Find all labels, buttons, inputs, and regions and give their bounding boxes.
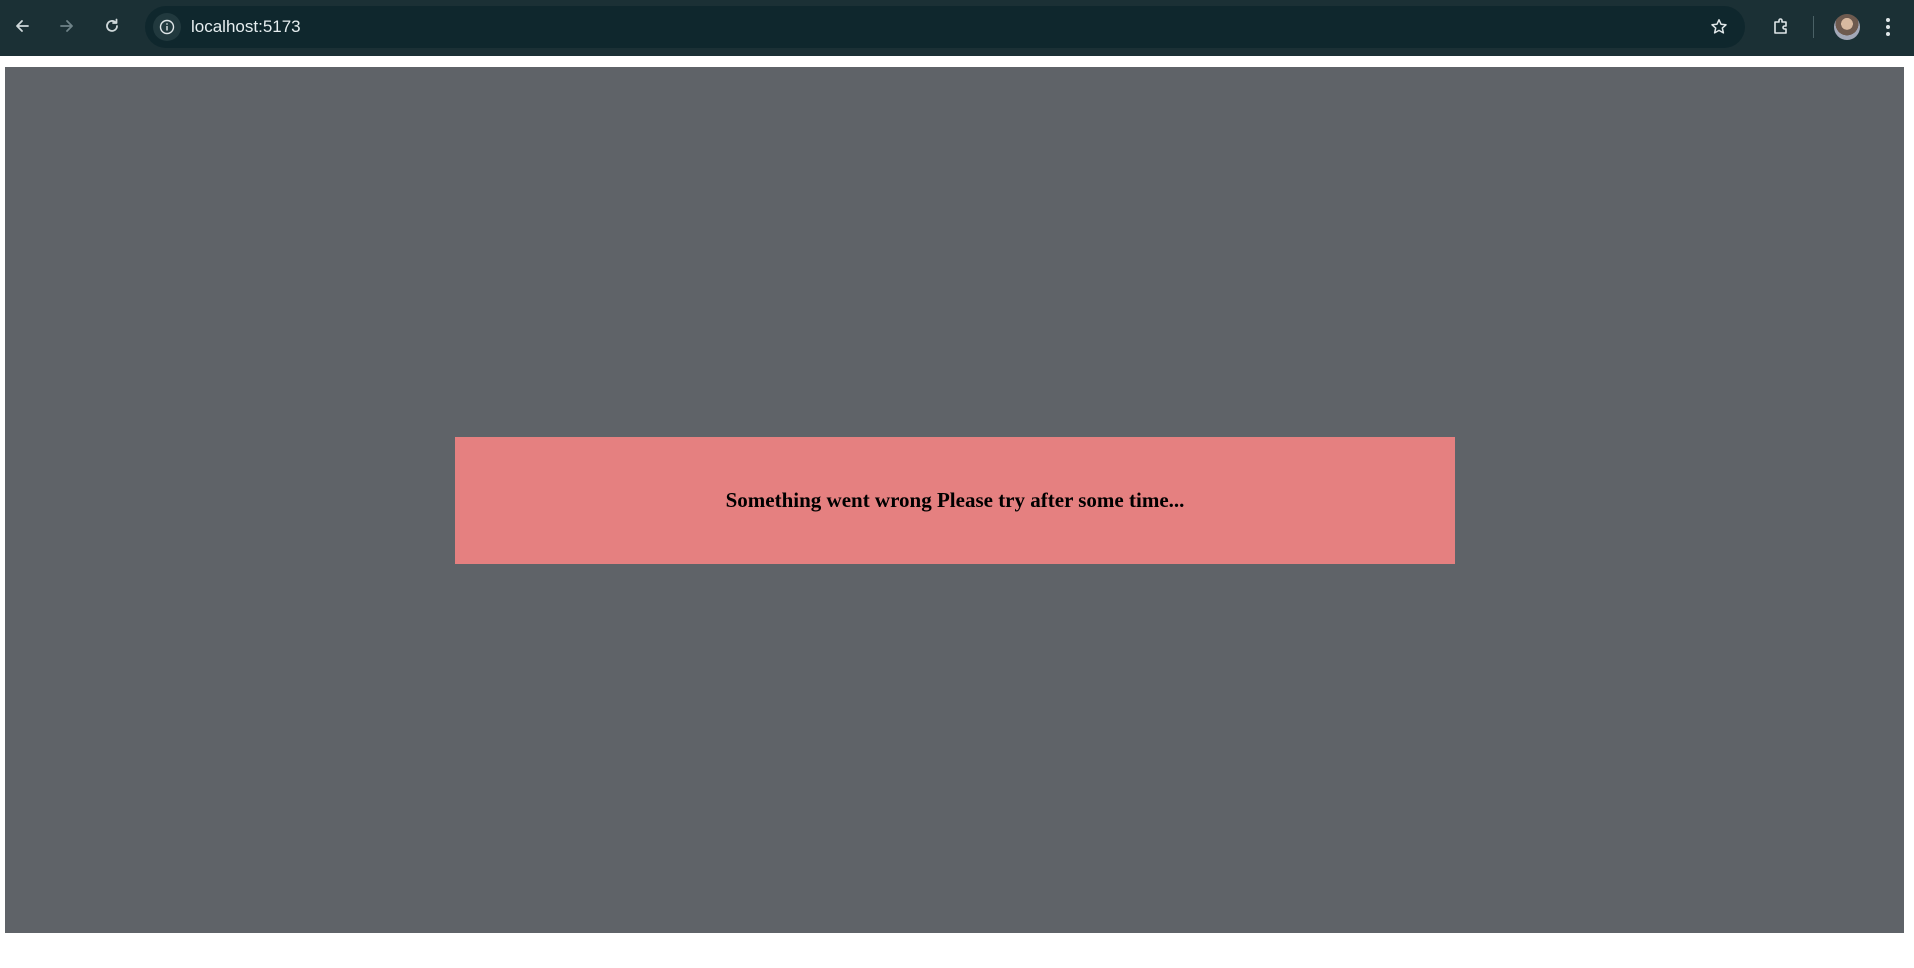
toolbar-divider [1813,16,1814,38]
kebab-menu-icon [1886,18,1890,36]
error-banner: Something went wrong Please try after so… [455,437,1455,564]
bookmark-button[interactable] [1705,13,1733,41]
reload-button[interactable] [98,12,126,40]
address-bar[interactable]: localhost:5173 [145,6,1745,48]
forward-arrow-icon [60,20,73,32]
puzzle-icon [1774,18,1787,34]
browser-menu-button[interactable] [1876,12,1900,42]
url-text[interactable]: localhost:5173 [191,17,301,37]
extensions-button[interactable] [1766,12,1796,42]
browser-toolbar: localhost:5173 [0,0,1914,56]
error-message: Something went wrong Please try after so… [725,488,1185,512]
star-icon [1711,19,1727,34]
avatar[interactable] [1834,14,1860,40]
page-viewport: Something went wrong Please try after so… [5,67,1904,933]
reload-icon [106,18,118,32]
info-icon [159,19,175,35]
back-arrow-icon [16,20,29,32]
back-button[interactable] [8,12,36,40]
forward-button[interactable] [53,12,81,40]
site-info-button[interactable] [153,13,181,41]
